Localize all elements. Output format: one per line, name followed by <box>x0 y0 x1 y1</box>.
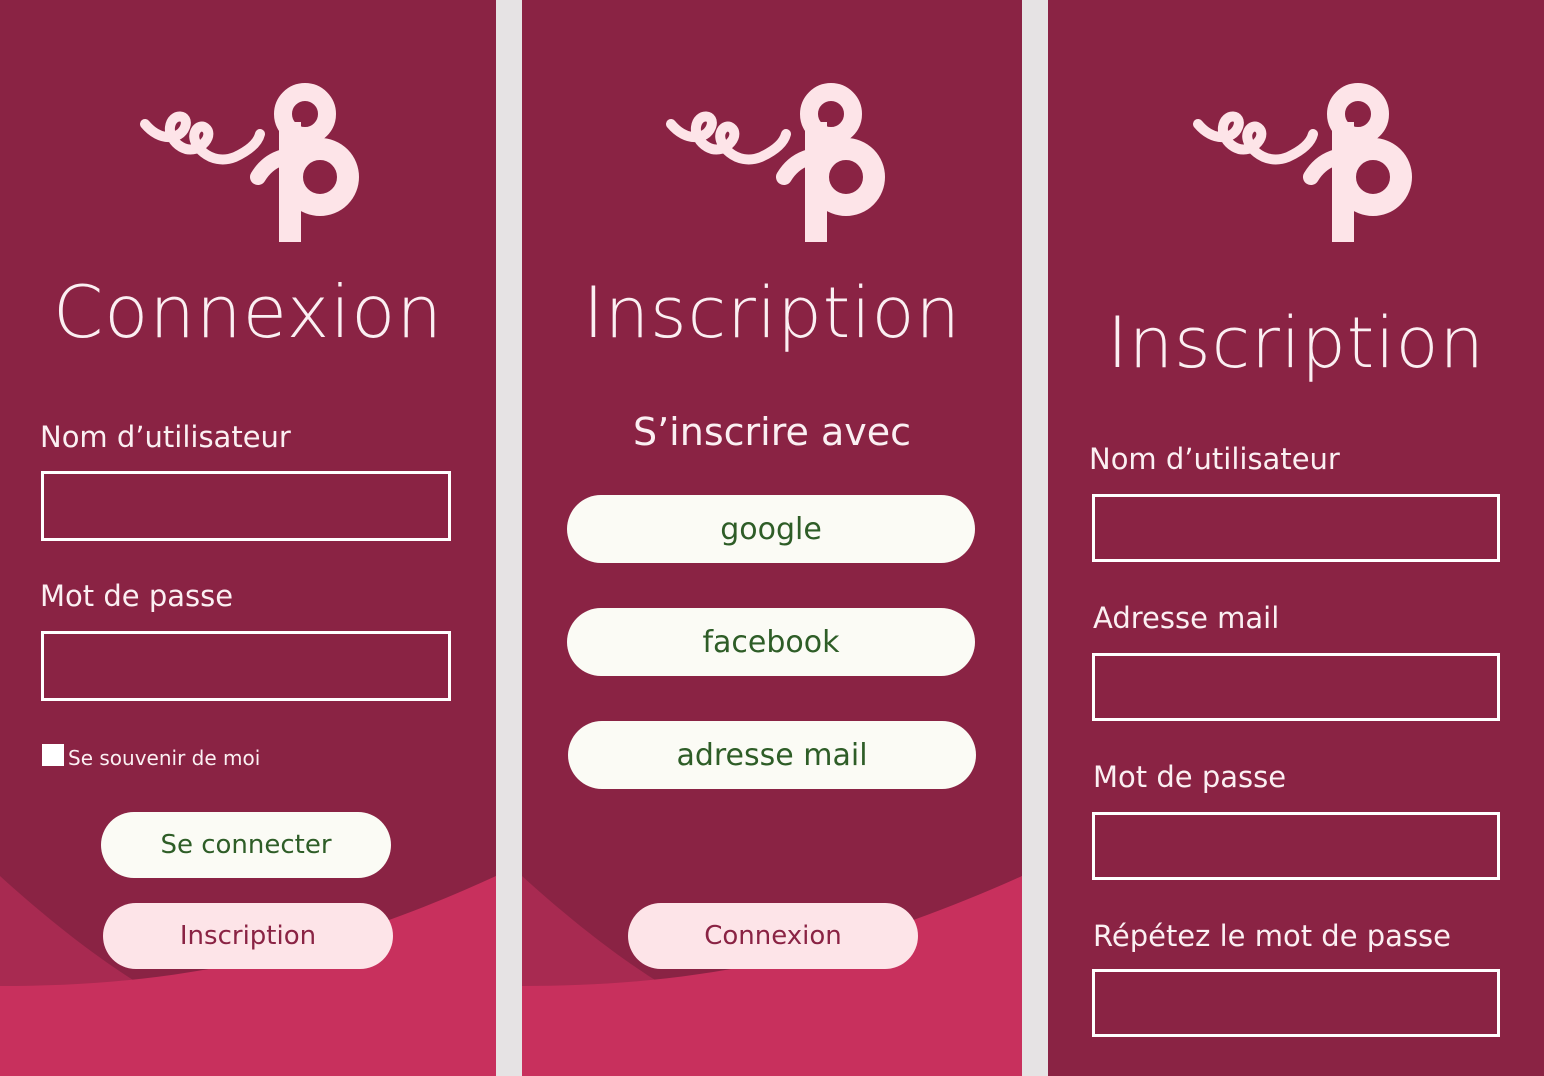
username-input[interactable] <box>41 471 451 541</box>
username-label: Nom d’utilisateur <box>1089 442 1340 476</box>
repeat-password-input[interactable] <box>1092 969 1500 1037</box>
google-signup-button[interactable]: google <box>567 495 975 563</box>
username-input[interactable] <box>1092 494 1500 562</box>
repeat-password-label: Répétez le mot de passe <box>1093 919 1451 953</box>
login-screen: Connexion Nom d’utilisateur Mot de passe… <box>0 0 496 1076</box>
signup-button[interactable]: Inscription <box>103 903 393 969</box>
signup-form-screen: Inscription Nom d’utilisateur Adresse ma… <box>1048 0 1544 1076</box>
password-input[interactable] <box>1092 812 1500 880</box>
username-label: Nom d’utilisateur <box>40 420 291 454</box>
password-input[interactable] <box>41 631 451 701</box>
email-signup-button[interactable]: adresse mail <box>568 721 976 789</box>
signup-options-screen: Inscription S’inscrire avec google faceb… <box>522 0 1022 1076</box>
password-label: Mot de passe <box>40 579 234 613</box>
app-logo <box>666 82 886 252</box>
remember-me-checkbox[interactable] <box>42 744 64 766</box>
email-label: Adresse mail <box>1093 601 1280 635</box>
login-link-button[interactable]: Connexion <box>628 903 918 969</box>
remember-me-label: Se souvenir de moi <box>68 746 261 770</box>
password-label: Mot de passe <box>1093 760 1287 794</box>
app-logo <box>140 82 360 252</box>
email-input[interactable] <box>1092 653 1500 721</box>
page-title: Inscription <box>1107 302 1485 384</box>
page-title: Connexion <box>53 270 443 354</box>
signup-with-label: S’inscrire avec <box>632 410 911 454</box>
page-title: Inscription <box>583 272 961 354</box>
login-button[interactable]: Se connecter <box>101 812 391 878</box>
app-logo <box>1193 82 1413 252</box>
facebook-signup-button[interactable]: facebook <box>567 608 975 676</box>
